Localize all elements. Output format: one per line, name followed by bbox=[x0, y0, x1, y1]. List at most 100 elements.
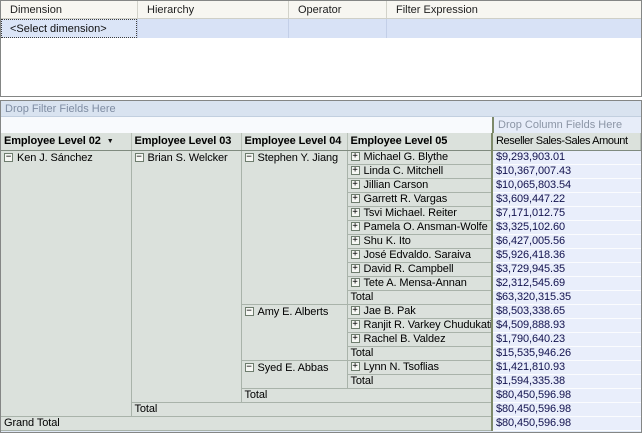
member-cell-level05[interactable]: + Rachel B. Valdez bbox=[347, 332, 492, 346]
value-cell: $5,926,418.36 bbox=[492, 248, 641, 262]
expand-icon[interactable]: + bbox=[351, 194, 360, 203]
member-label: Linda C. Mitchell bbox=[364, 165, 444, 177]
pivot-table: Employee Level 02 ▼ Employee Level 03 Emp… bbox=[1, 133, 641, 431]
value-cell: $9,293,903.01 bbox=[492, 150, 641, 164]
pivot-grand-total-row: Grand Total $80,450,596.98 bbox=[1, 416, 641, 430]
value-cell: $4,509,888.93 bbox=[492, 318, 641, 332]
expand-icon[interactable]: + bbox=[351, 208, 360, 217]
expand-icon[interactable]: + bbox=[351, 278, 360, 287]
value-cell: $3,609,447.22 bbox=[492, 192, 641, 206]
member-label: Rachel B. Valdez bbox=[364, 333, 446, 345]
drop-filter-fields-zone[interactable]: Drop Filter Fields Here bbox=[1, 101, 641, 117]
total-cell-level05: Total bbox=[347, 374, 492, 388]
expand-icon[interactable]: + bbox=[351, 264, 360, 273]
total-cell-level03: Total bbox=[131, 402, 492, 416]
expand-icon[interactable]: + bbox=[351, 306, 360, 315]
expand-icon[interactable]: + bbox=[351, 222, 360, 231]
member-cell-level05[interactable]: + Jillian Carson bbox=[347, 178, 492, 192]
select-dimension-cell[interactable]: <Select dimension> bbox=[1, 19, 137, 38]
expand-icon[interactable]: + bbox=[351, 152, 360, 161]
member-label: Pamela O. Ansman-Wolfe bbox=[364, 221, 488, 233]
filter-row: <Select dimension> bbox=[1, 19, 641, 38]
expand-icon[interactable]: + bbox=[351, 320, 360, 329]
filter-row-cell bbox=[137, 19, 288, 38]
expand-icon[interactable]: + bbox=[351, 236, 360, 245]
header-employee-level-04[interactable]: Employee Level 04 bbox=[241, 133, 347, 150]
member-cell-level03[interactable]: −Brian S. Welcker bbox=[131, 150, 241, 402]
value-cell: $80,450,596.98 bbox=[492, 416, 641, 430]
drop-column-fields-zone[interactable]: Drop Column Fields Here bbox=[492, 117, 641, 133]
value-cell: $3,325,102.60 bbox=[492, 220, 641, 234]
value-cell: $10,065,803.54 bbox=[492, 178, 641, 192]
member-cell-level05[interactable]: +Lynn N. Tsoflias bbox=[347, 360, 492, 374]
header-employee-level-03[interactable]: Employee Level 03 bbox=[131, 133, 241, 150]
member-cell-level05[interactable]: + Linda C. Mitchell bbox=[347, 164, 492, 178]
member-cell-level04[interactable]: −Stephen Y. Jiang bbox=[241, 150, 347, 304]
value-cell: $15,535,946.26 bbox=[492, 346, 641, 360]
member-cell-level05[interactable]: + Garrett R. Vargas bbox=[347, 192, 492, 206]
drop-column-spacer bbox=[1, 117, 492, 133]
filter-col-dimension: Dimension bbox=[1, 1, 137, 18]
member-label: Ken J. Sánchez bbox=[17, 152, 93, 164]
expand-icon[interactable]: + bbox=[351, 362, 360, 371]
expand-icon[interactable]: + bbox=[351, 334, 360, 343]
header-reseller-sales-amount[interactable]: Reseller Sales-Sales Amount bbox=[492, 133, 641, 150]
grand-total-cell: Grand Total bbox=[1, 416, 492, 430]
expand-icon[interactable]: + bbox=[351, 250, 360, 259]
filter-col-filter-expression: Filter Expression bbox=[386, 1, 641, 18]
member-cell-level05[interactable]: + Shu K. Ito bbox=[347, 234, 492, 248]
member-label: Brian S. Welcker bbox=[148, 152, 228, 164]
member-label: Amy E. Alberts bbox=[258, 306, 329, 318]
total-cell-level04: Total bbox=[241, 388, 492, 402]
member-cell-level05[interactable]: + Jae B. Pak bbox=[347, 304, 492, 318]
value-cell: $8,503,338.65 bbox=[492, 304, 641, 318]
value-cell: $63,320,315.35 bbox=[492, 290, 641, 304]
expand-icon[interactable]: + bbox=[351, 180, 360, 189]
pivot-header-row: Employee Level 02 ▼ Employee Level 03 Emp… bbox=[1, 133, 641, 150]
drop-column-row: Drop Column Fields Here bbox=[1, 117, 641, 133]
member-cell-level05[interactable]: + Tete A. Mensa-Annan bbox=[347, 276, 492, 290]
filter-col-hierarchy: Hierarchy bbox=[137, 1, 288, 18]
member-cell-level05[interactable]: + Ranjit R. Varkey Chudukatil bbox=[347, 318, 492, 332]
value-cell: $6,427,005.56 bbox=[492, 234, 641, 248]
member-cell-level05[interactable]: +David R. Campbell bbox=[347, 262, 492, 276]
member-cell-level04[interactable]: −Syed E. Abbas bbox=[241, 360, 347, 388]
collapse-icon[interactable]: − bbox=[245, 307, 254, 316]
filter-dropdown-icon[interactable]: ▼ bbox=[107, 135, 114, 148]
header-label: Employee Level 02 bbox=[4, 135, 101, 147]
member-label: Ranjit R. Varkey Chudukatil bbox=[364, 319, 493, 331]
filter-row-cell bbox=[386, 19, 641, 38]
value-cell: $7,171,012.75 bbox=[492, 206, 641, 220]
value-cell: $1,421,810.93 bbox=[492, 360, 641, 374]
filter-row-cell bbox=[288, 19, 386, 38]
member-label: Tsvi Michael. Reiter bbox=[364, 207, 457, 219]
member-cell-level05[interactable]: + Tsvi Michael. Reiter bbox=[347, 206, 492, 220]
value-cell: $1,790,640.23 bbox=[492, 332, 641, 346]
header-employee-level-05[interactable]: Employee Level 05 bbox=[347, 133, 492, 150]
filter-grid: Dimension Hierarchy Operator Filter Expr… bbox=[0, 0, 642, 97]
total-cell-level05: Total bbox=[347, 346, 492, 360]
value-cell: $80,450,596.98 bbox=[492, 388, 641, 402]
collapse-icon[interactable]: − bbox=[4, 153, 13, 162]
member-label: Garrett R. Vargas bbox=[364, 193, 448, 205]
member-label: Jillian Carson bbox=[364, 179, 429, 191]
expand-icon[interactable]: + bbox=[351, 166, 360, 175]
member-cell-level04[interactable]: −Amy E. Alberts bbox=[241, 304, 347, 360]
member-cell-level05[interactable]: + Pamela O. Ansman-Wolfe bbox=[347, 220, 492, 234]
filter-grid-header: Dimension Hierarchy Operator Filter Expr… bbox=[1, 1, 641, 19]
filter-col-operator: Operator bbox=[288, 1, 386, 18]
header-employee-level-02[interactable]: Employee Level 02 ▼ bbox=[1, 133, 131, 150]
member-cell-level05[interactable]: +José Edvaldo. Saraiva bbox=[347, 248, 492, 262]
member-cell-level05[interactable]: + Michael G. Blythe bbox=[347, 150, 492, 164]
collapse-icon[interactable]: − bbox=[245, 363, 254, 372]
member-label: Jae B. Pak bbox=[364, 305, 416, 317]
collapse-icon[interactable]: − bbox=[135, 153, 144, 162]
collapse-icon[interactable]: − bbox=[245, 153, 254, 162]
value-cell: $80,450,596.98 bbox=[492, 402, 641, 416]
member-label: Michael G. Blythe bbox=[364, 151, 449, 163]
member-cell-level02[interactable]: −Ken J. Sánchez bbox=[1, 150, 131, 416]
member-label: Tete A. Mensa-Annan bbox=[364, 277, 467, 289]
value-cell: $1,594,335.38 bbox=[492, 374, 641, 388]
value-cell: $2,312,545.69 bbox=[492, 276, 641, 290]
member-label: Shu K. Ito bbox=[364, 235, 411, 247]
